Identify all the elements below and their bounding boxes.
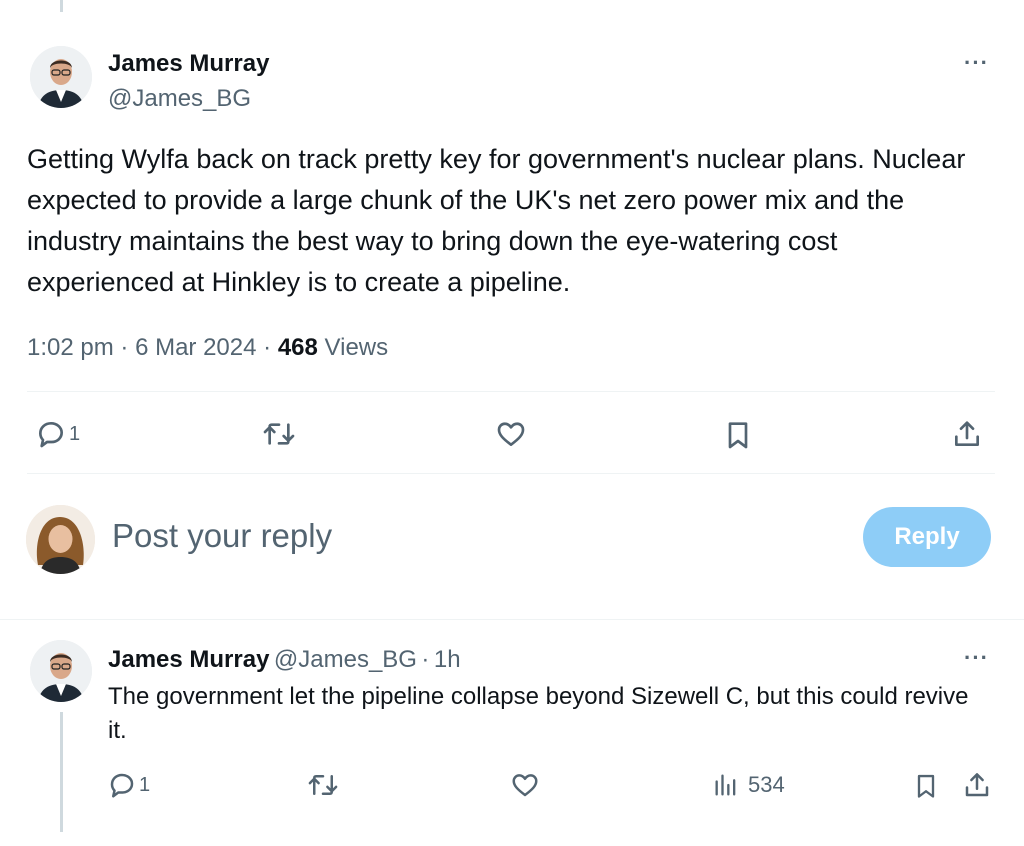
meta-separator: · <box>120 334 129 361</box>
bookmark-icon <box>728 422 748 449</box>
reply-like-button[interactable] <box>509 770 541 800</box>
reply-views-button[interactable]: 534 <box>712 770 785 800</box>
post-date[interactable]: 6 Mar 2024 <box>135 334 256 361</box>
bookmark-icon <box>917 774 935 798</box>
post-meta: 1:02 pm · 6 Mar 2024 · 468 Views <box>27 334 388 362</box>
author-handle[interactable]: @James_BG <box>108 85 251 113</box>
heart-icon <box>497 422 525 446</box>
section-divider <box>0 619 1024 620</box>
thread-line-top <box>60 0 63 12</box>
top-edge-divider <box>0 0 1024 1</box>
reply-reply-button[interactable]: 1 <box>107 770 150 800</box>
repost-arrows-icon <box>308 775 338 795</box>
reply-count: 1 <box>69 422 81 445</box>
thread-line-bottom <box>60 712 63 832</box>
meta-separator: · <box>263 334 272 361</box>
bar-chart-icon <box>715 774 736 796</box>
reply-author-handle[interactable]: @James_BG <box>274 646 417 673</box>
reply-views-count: 534 <box>748 772 785 797</box>
reply-time[interactable]: 1h <box>434 646 461 673</box>
divider-below-actions <box>27 473 995 474</box>
reply-share-button[interactable] <box>962 770 992 800</box>
reply-separator: · <box>421 646 430 673</box>
bookmark-button[interactable] <box>722 418 754 452</box>
reply-more-options-icon[interactable]: ··· <box>964 645 989 671</box>
reply-button[interactable]: 1 <box>35 418 80 450</box>
divider-above-actions <box>27 391 995 392</box>
reply-reply-count: 1 <box>139 773 151 796</box>
repost-arrows-icon <box>263 423 295 445</box>
speech-bubble-icon <box>110 773 134 798</box>
post-time[interactable]: 1:02 pm <box>27 334 114 361</box>
more-options-icon[interactable]: ··· <box>964 50 989 76</box>
share-button[interactable] <box>951 418 983 450</box>
reply-input[interactable]: Post your reply <box>112 517 812 555</box>
post-text: Getting Wylfa back on track pretty key f… <box>27 144 966 297</box>
reply-submit-button[interactable]: Reply <box>863 507 991 567</box>
reply-bookmark-button[interactable] <box>912 770 940 802</box>
current-user-avatar[interactable] <box>26 505 95 574</box>
author-avatar[interactable] <box>30 46 92 108</box>
share-upload-icon <box>965 773 989 797</box>
reply-header: James Murray @James_BG · 1h <box>108 646 461 674</box>
repost-button[interactable] <box>261 418 297 450</box>
reply-repost-button[interactable] <box>306 770 340 800</box>
author-name[interactable]: James Murray <box>108 50 269 78</box>
speech-bubble-icon <box>39 422 63 448</box>
like-button[interactable] <box>494 418 528 450</box>
views-count: 468 <box>277 334 318 361</box>
heart-icon <box>512 774 538 797</box>
reply-text: The government let the pipeline collapse… <box>108 683 969 744</box>
share-upload-icon <box>955 421 979 446</box>
views-label: Views <box>324 334 389 361</box>
reply-author-avatar[interactable] <box>30 640 92 702</box>
reply-author-name[interactable]: James Murray <box>108 646 269 673</box>
